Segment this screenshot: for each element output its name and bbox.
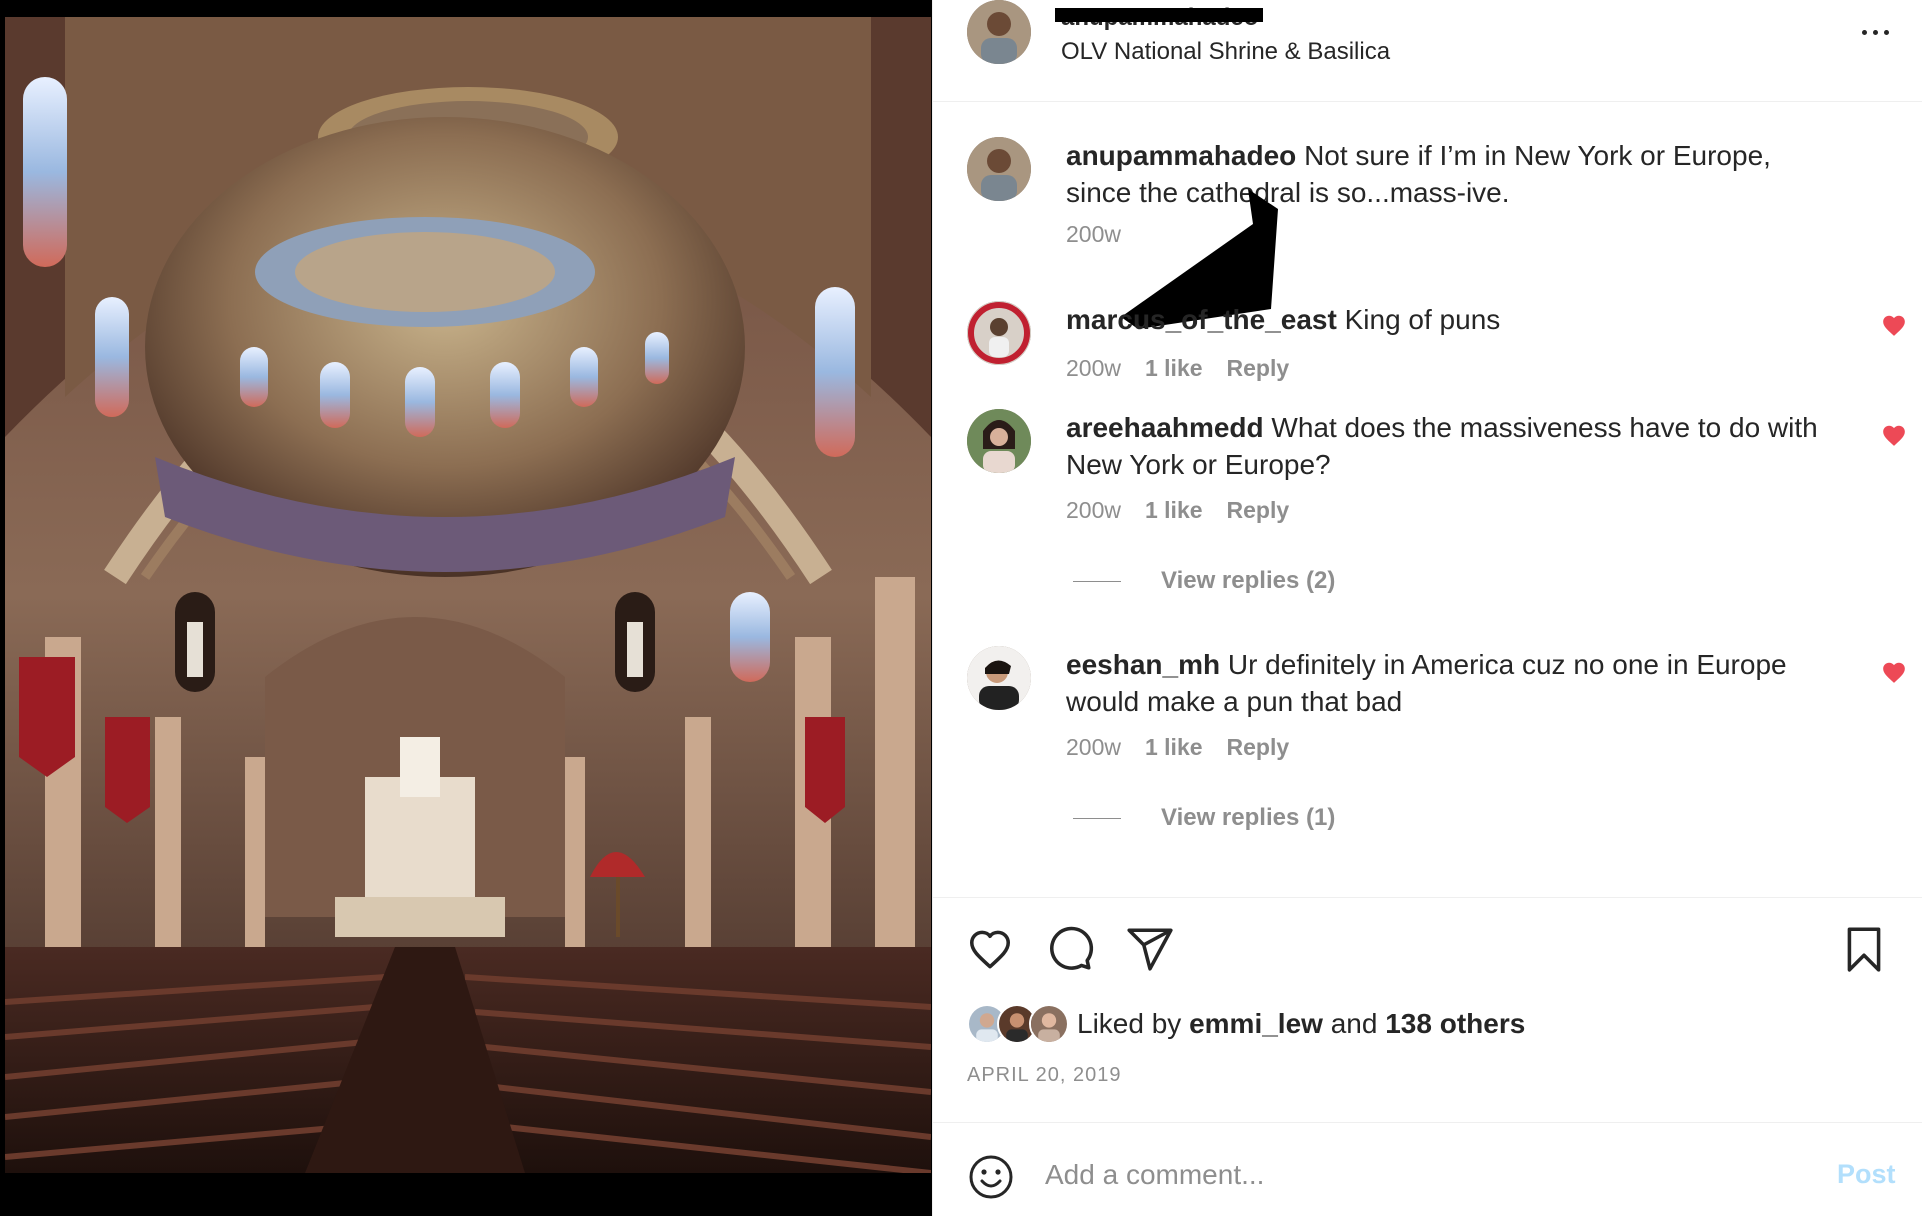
post-side-panel: anupammahadeo OLV National Shrine & Basi…: [932, 0, 1922, 1216]
view-replies-button[interactable]: View replies (2): [1073, 567, 1335, 595]
bookmark-icon: [1847, 927, 1881, 972]
add-comment-input[interactable]: [1045, 1149, 1745, 1201]
post-actions-section: Liked by emmi_lew and 138 others APRIL 2…: [933, 897, 1922, 1122]
more-dot: [1872, 29, 1878, 35]
smiley-icon[interactable]: [967, 1153, 1015, 1201]
commenter-avatar-image: [967, 137, 1031, 201]
liked-by-prefix: Liked by: [1077, 1008, 1182, 1039]
author-avatar[interactable]: [967, 0, 1031, 64]
post-location[interactable]: OLV National Shrine & Basilica: [1061, 38, 1390, 66]
liker-avatars: [967, 1004, 1073, 1044]
replies-divider-line: [1073, 817, 1121, 819]
post-comment-button[interactable]: Post: [1837, 1159, 1896, 1190]
comment-username[interactable]: marcus_of_the_east: [1066, 304, 1337, 335]
comment-username[interactable]: anupammahadeo: [1066, 140, 1296, 171]
comment-text-block: marcus_of_the_east King of puns: [1066, 301, 1826, 338]
comment-like-heart-icon[interactable]: [1881, 423, 1907, 447]
comment-bubble-icon: [1050, 926, 1094, 970]
heart-outline-icon: [970, 930, 1010, 969]
comment-username[interactable]: areehaahmedd: [1066, 412, 1264, 443]
more-dot: [1861, 29, 1867, 35]
comment-likes[interactable]: 1 like: [1145, 497, 1203, 524]
commenter-avatar[interactable]: [967, 409, 1031, 473]
save-icon[interactable]: [1839, 924, 1889, 974]
like-heart-icon[interactable]: [965, 924, 1015, 974]
liker-avatar-image: [1031, 1006, 1067, 1042]
post-date[interactable]: APRIL 20, 2019: [967, 1064, 1121, 1087]
liked-by-user[interactable]: emmi_lew: [1189, 1008, 1323, 1040]
comment-likes[interactable]: 1 like: [1145, 355, 1203, 382]
comment-meta: 200w 1 like Reply: [1066, 734, 1289, 761]
commenter-avatar[interactable]: [967, 301, 1031, 365]
comments-list[interactable]: anupammahadeo Not sure if I’m in New Yor…: [933, 103, 1922, 896]
comment-time: 200w: [1066, 734, 1121, 760]
more-dot: [1883, 29, 1889, 35]
comment-like-heart-icon[interactable]: [1881, 660, 1907, 684]
comment-time: 200w: [1066, 355, 1121, 381]
view-replies-button[interactable]: View replies (1): [1073, 804, 1335, 832]
more-options-icon[interactable]: [1851, 16, 1899, 48]
commenter-avatar-image: [967, 409, 1031, 473]
post-header: anupammahadeo OLV National Shrine & Basi…: [933, 0, 1922, 102]
comment-meta: 200w 1 like Reply: [1066, 355, 1289, 382]
liked-by-others[interactable]: 138 others: [1385, 1008, 1525, 1040]
reply-button[interactable]: Reply: [1227, 497, 1290, 524]
comment-icon[interactable]: [1045, 924, 1095, 974]
liked-by-and: and: [1330, 1008, 1378, 1039]
comment-text-block: areehaahmedd What does the massiveness h…: [1066, 409, 1826, 483]
emoji-picker-icon: [969, 1155, 1013, 1199]
comment-likes[interactable]: 1 like: [1145, 734, 1203, 761]
post-photo-container[interactable]: [0, 0, 932, 1216]
add-comment-bar: Post: [933, 1122, 1922, 1216]
commenter-avatar[interactable]: [967, 646, 1031, 710]
liked-by-row[interactable]: Liked by emmi_lew and 138 others: [967, 1004, 1525, 1044]
commenter-avatar[interactable]: [967, 137, 1031, 201]
comment-time: 200w: [1066, 497, 1121, 523]
reply-button[interactable]: Reply: [1227, 734, 1290, 761]
cathedral-photo: [5, 17, 931, 1173]
replies-divider-line: [1073, 580, 1121, 582]
paper-plane-icon: [1127, 928, 1173, 971]
comment-body: King of puns: [1344, 304, 1501, 335]
view-replies-label: View replies (1): [1161, 804, 1336, 831]
author-avatar-image: [967, 0, 1031, 64]
view-replies-label: View replies (2): [1161, 567, 1336, 594]
share-icon[interactable]: [1125, 924, 1175, 974]
comment-like-heart-icon[interactable]: [1881, 313, 1907, 337]
comment-meta: 200w 1 like Reply: [1066, 497, 1289, 524]
comment-text-block: eeshan_mh Ur definitely in America cuz n…: [1066, 646, 1826, 720]
commenter-avatar-image: [967, 646, 1031, 710]
username-redaction-bar: [1055, 8, 1263, 22]
commenter-avatar-image: [967, 301, 1031, 365]
comment-username[interactable]: eeshan_mh: [1066, 649, 1220, 680]
reply-button[interactable]: Reply: [1227, 355, 1290, 382]
liker-avatar: [1029, 1004, 1069, 1044]
